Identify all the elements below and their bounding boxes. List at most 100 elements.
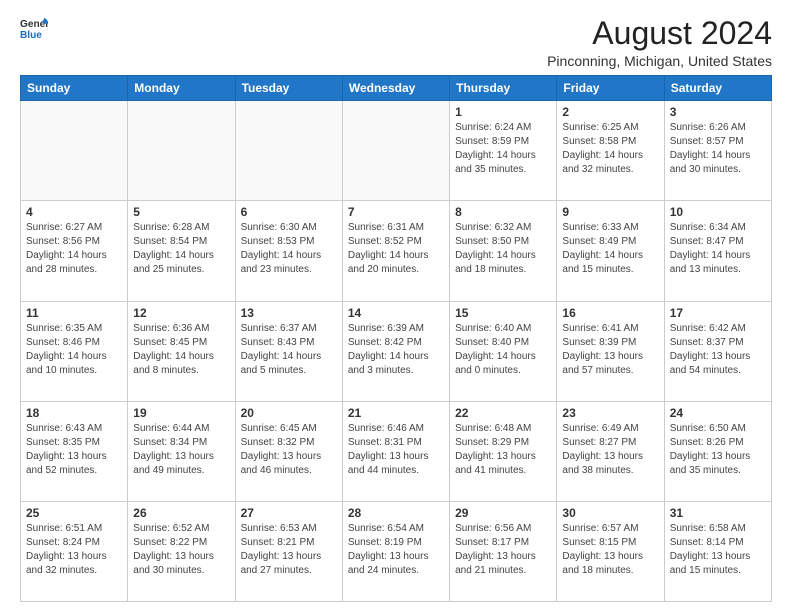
day-info-1: Sunrise: 6:24 AM Sunset: 8:59 PM Dayligh… (455, 121, 551, 177)
week-row-2: 11 Sunrise: 6:35 AM Sunset: 8:46 PM Dayli… (21, 301, 772, 401)
day-number-23: 23 (562, 406, 658, 420)
day-number-9: 9 (562, 205, 658, 219)
day-number-16: 16 (562, 306, 658, 320)
day-info-29: Sunrise: 6:56 AM Sunset: 8:17 PM Dayligh… (455, 522, 551, 578)
day-number-21: 21 (348, 406, 444, 420)
day-cell-27: 27 Sunrise: 6:53 AM Sunset: 8:21 PM Dayli… (235, 501, 342, 601)
day-number-28: 28 (348, 506, 444, 520)
day-info-27: Sunrise: 6:53 AM Sunset: 8:21 PM Dayligh… (241, 522, 337, 578)
day-cell-2: 2 Sunrise: 6:25 AM Sunset: 8:58 PM Daylig… (557, 101, 664, 201)
title-area: August 2024 Pinconning, Michigan, United… (547, 16, 772, 69)
day-cell-4: 4 Sunrise: 6:27 AM Sunset: 8:56 PM Daylig… (21, 201, 128, 301)
day-cell-20: 20 Sunrise: 6:45 AM Sunset: 8:32 PM Dayli… (235, 401, 342, 501)
day-info-22: Sunrise: 6:48 AM Sunset: 8:29 PM Dayligh… (455, 422, 551, 478)
day-cell-31: 31 Sunrise: 6:58 AM Sunset: 8:14 PM Dayli… (664, 501, 771, 601)
day-info-18: Sunrise: 6:43 AM Sunset: 8:35 PM Dayligh… (26, 422, 122, 478)
day-info-2: Sunrise: 6:25 AM Sunset: 8:58 PM Dayligh… (562, 121, 658, 177)
day-number-22: 22 (455, 406, 551, 420)
day-info-13: Sunrise: 6:37 AM Sunset: 8:43 PM Dayligh… (241, 322, 337, 378)
weekday-thursday: Thursday (450, 76, 557, 101)
day-number-27: 27 (241, 506, 337, 520)
day-info-3: Sunrise: 6:26 AM Sunset: 8:57 PM Dayligh… (670, 121, 766, 177)
day-info-15: Sunrise: 6:40 AM Sunset: 8:40 PM Dayligh… (455, 322, 551, 378)
day-info-23: Sunrise: 6:49 AM Sunset: 8:27 PM Dayligh… (562, 422, 658, 478)
day-info-25: Sunrise: 6:51 AM Sunset: 8:24 PM Dayligh… (26, 522, 122, 578)
page: General Blue August 2024 Pinconning, Mic… (0, 0, 792, 612)
day-info-14: Sunrise: 6:39 AM Sunset: 8:42 PM Dayligh… (348, 322, 444, 378)
day-cell-16: 16 Sunrise: 6:41 AM Sunset: 8:39 PM Dayli… (557, 301, 664, 401)
day-number-5: 5 (133, 205, 229, 219)
day-cell-1: 1 Sunrise: 6:24 AM Sunset: 8:59 PM Daylig… (450, 101, 557, 201)
day-cell-5: 5Sunrise: 6:28 AM Sunset: 8:54 PM Daylig… (128, 201, 235, 301)
day-cell-11: 11 Sunrise: 6:35 AM Sunset: 8:46 PM Dayli… (21, 301, 128, 401)
day-cell-7: 7Sunrise: 6:31 AM Sunset: 8:52 PM Daylig… (342, 201, 449, 301)
calendar-table: SundayMondayTuesdayWednesdayThursdayFrid… (20, 75, 772, 602)
day-cell-25: 25 Sunrise: 6:51 AM Sunset: 8:24 PM Dayli… (21, 501, 128, 601)
day-cell-19: 19 Sunrise: 6:44 AM Sunset: 8:34 PM Dayli… (128, 401, 235, 501)
day-number-10: 10 (670, 205, 766, 219)
day-number-15: 15 (455, 306, 551, 320)
day-cell-3: 3 Sunrise: 6:26 AM Sunset: 8:57 PM Daylig… (664, 101, 771, 201)
day-cell-14: 14 Sunrise: 6:39 AM Sunset: 8:42 PM Dayli… (342, 301, 449, 401)
weekday-saturday: Saturday (664, 76, 771, 101)
weekday-sunday: Sunday (21, 76, 128, 101)
day-cell-21: 21 Sunrise: 6:46 AM Sunset: 8:31 PM Dayli… (342, 401, 449, 501)
weekday-monday: Monday (128, 76, 235, 101)
day-cell-15: 15 Sunrise: 6:40 AM Sunset: 8:40 PM Dayli… (450, 301, 557, 401)
weekday-friday: Friday (557, 76, 664, 101)
day-cell-9: 9 Sunrise: 6:33 AM Sunset: 8:49 PM Daylig… (557, 201, 664, 301)
day-number-31: 31 (670, 506, 766, 520)
day-info-7: Sunrise: 6:31 AM Sunset: 8:52 PM Dayligh… (348, 221, 444, 277)
empty-cell (342, 101, 449, 201)
month-title: August 2024 (547, 16, 772, 51)
day-info-20: Sunrise: 6:45 AM Sunset: 8:32 PM Dayligh… (241, 422, 337, 478)
day-info-4: Sunrise: 6:27 AM Sunset: 8:56 PM Dayligh… (26, 221, 122, 277)
day-info-10: Sunrise: 6:34 AM Sunset: 8:47 PM Dayligh… (670, 221, 766, 277)
day-cell-17: 17Sunrise: 6:42 AM Sunset: 8:37 PM Dayli… (664, 301, 771, 401)
day-info-24: Sunrise: 6:50 AM Sunset: 8:26 PM Dayligh… (670, 422, 766, 478)
day-number-11: 11 (26, 306, 122, 320)
day-number-2: 2 (562, 105, 658, 119)
day-cell-18: 18 Sunrise: 6:43 AM Sunset: 8:35 PM Dayli… (21, 401, 128, 501)
logo: General Blue (20, 16, 48, 44)
day-number-20: 20 (241, 406, 337, 420)
day-number-26: 26 (133, 506, 229, 520)
day-cell-6: 6Sunrise: 6:30 AM Sunset: 8:53 PM Daylig… (235, 201, 342, 301)
day-info-30: Sunrise: 6:57 AM Sunset: 8:15 PM Dayligh… (562, 522, 658, 578)
empty-cell (128, 101, 235, 201)
day-cell-13: 13Sunrise: 6:37 AM Sunset: 8:43 PM Dayli… (235, 301, 342, 401)
day-info-19: Sunrise: 6:44 AM Sunset: 8:34 PM Dayligh… (133, 422, 229, 478)
day-cell-23: 23 Sunrise: 6:49 AM Sunset: 8:27 PM Dayli… (557, 401, 664, 501)
day-number-19: 19 (133, 406, 229, 420)
day-number-14: 14 (348, 306, 444, 320)
day-number-25: 25 (26, 506, 122, 520)
header: General Blue August 2024 Pinconning, Mic… (20, 16, 772, 69)
day-info-26: Sunrise: 6:52 AM Sunset: 8:22 PM Dayligh… (133, 522, 229, 578)
day-info-21: Sunrise: 6:46 AM Sunset: 8:31 PM Dayligh… (348, 422, 444, 478)
day-info-31: Sunrise: 6:58 AM Sunset: 8:14 PM Dayligh… (670, 522, 766, 578)
day-info-6: Sunrise: 6:30 AM Sunset: 8:53 PM Dayligh… (241, 221, 337, 277)
day-number-8: 8 (455, 205, 551, 219)
day-info-9: Sunrise: 6:33 AM Sunset: 8:49 PM Dayligh… (562, 221, 658, 277)
day-number-4: 4 (26, 205, 122, 219)
day-number-1: 1 (455, 105, 551, 119)
empty-cell (235, 101, 342, 201)
day-number-24: 24 (670, 406, 766, 420)
day-info-11: Sunrise: 6:35 AM Sunset: 8:46 PM Dayligh… (26, 322, 122, 378)
day-cell-26: 26 Sunrise: 6:52 AM Sunset: 8:22 PM Dayli… (128, 501, 235, 601)
day-number-30: 30 (562, 506, 658, 520)
day-cell-29: 29 Sunrise: 6:56 AM Sunset: 8:17 PM Dayli… (450, 501, 557, 601)
week-row-4: 25 Sunrise: 6:51 AM Sunset: 8:24 PM Dayli… (21, 501, 772, 601)
day-cell-30: 30 Sunrise: 6:57 AM Sunset: 8:15 PM Dayli… (557, 501, 664, 601)
day-info-8: Sunrise: 6:32 AM Sunset: 8:50 PM Dayligh… (455, 221, 551, 277)
day-number-3: 3 (670, 105, 766, 119)
day-number-12: 12 (133, 306, 229, 320)
day-info-16: Sunrise: 6:41 AM Sunset: 8:39 PM Dayligh… (562, 322, 658, 378)
svg-text:Blue: Blue (20, 30, 42, 41)
weekday-tuesday: Tuesday (235, 76, 342, 101)
day-cell-12: 12 Sunrise: 6:36 AM Sunset: 8:45 PM Dayli… (128, 301, 235, 401)
day-cell-8: 8 Sunrise: 6:32 AM Sunset: 8:50 PM Daylig… (450, 201, 557, 301)
day-number-29: 29 (455, 506, 551, 520)
day-number-18: 18 (26, 406, 122, 420)
day-info-12: Sunrise: 6:36 AM Sunset: 8:45 PM Dayligh… (133, 322, 229, 378)
